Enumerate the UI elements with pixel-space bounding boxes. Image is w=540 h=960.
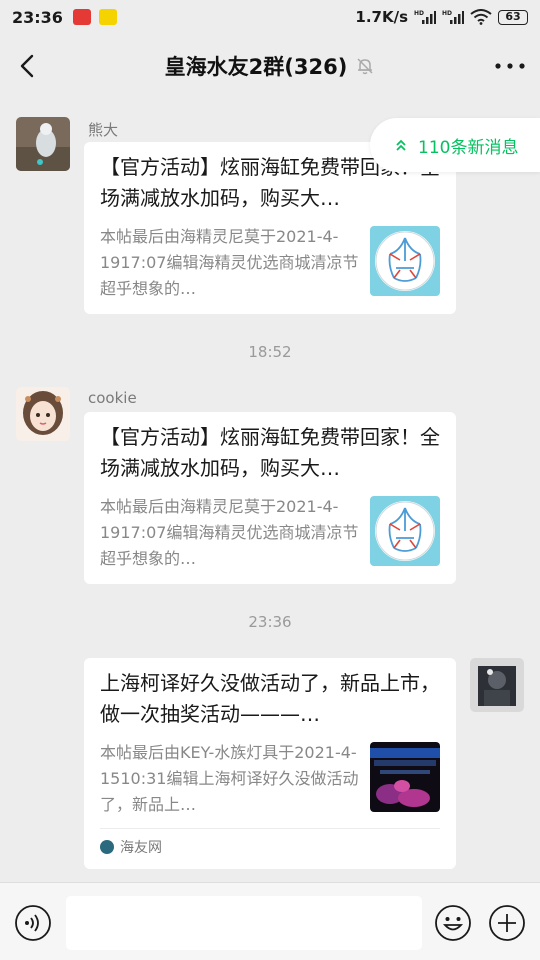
app-notification-icon [72,9,91,25]
card-thumbnail [370,226,440,296]
emoji-icon[interactable] [434,904,472,942]
input-bar [0,882,540,960]
chat-header: 皇海水友2群(326) [0,34,540,98]
timestamp: 18:52 [248,343,292,361]
battery-indicator: 63 [498,9,528,25]
card-thumbnail [370,742,440,812]
signal-icon: HD [414,10,436,24]
link-card[interactable]: 【官方活动】炫丽海缸免费带回家！全场满减放水加码，购买大… 本帖最后由海精灵尼莫… [84,412,456,584]
card-title: 【官方活动】炫丽海缸免费带回家！全场满减放水加码，购买大… [100,425,440,480]
plus-icon[interactable] [488,904,526,942]
status-time: 23:36 [12,7,63,27]
status-bar: 23:36 1.7K/s HD HD 63 [0,0,540,34]
card-description: 本帖最后由海精灵尼莫于2021-4-1917:07编辑海精灵优选商城清凉节超乎想… [100,497,359,568]
source-logo-icon [100,840,114,854]
avatar[interactable] [16,387,70,441]
card-description: 本帖最后由KEY-水族灯具于2021-4-1510:31编辑上海柯译好久没做活动… [100,743,359,814]
chat-title: 皇海水友2群(326) [164,55,348,79]
mute-bell-icon [357,58,373,75]
card-title: 上海柯译好久没做活动了，新品上市，做一次抽奖活动———… [100,671,440,726]
svg-text:HD: HD [442,10,452,17]
back-icon[interactable] [14,52,42,80]
more-icon[interactable] [490,52,530,80]
link-card[interactable]: 上海柯译好久没做活动了，新品上市，做一次抽奖活动———… 本帖最后由KEY-水族… [84,658,456,869]
double-chevron-up-icon [396,139,406,151]
signal-icon-2: HD [442,10,464,24]
message-input[interactable] [66,896,422,950]
new-messages-label: 110条新消息 [418,137,519,158]
message-list[interactable]: 熊大 【官方活动】炫丽海缸免费带回家！全场满减放水加码，购买大… 本帖最后由海精… [0,98,540,882]
source-name: 海友网 [120,840,162,856]
card-description: 本帖最后由海精灵尼莫于2021-4-1917:07编辑海精灵优选商城清凉节超乎想… [100,227,359,298]
timestamp: 23:36 [248,613,292,631]
wifi-icon [470,9,492,25]
avatar-self[interactable] [470,658,524,712]
voice-icon[interactable] [14,904,52,942]
sender-name: 熊大 [88,121,119,139]
new-messages-button[interactable]: 110条新消息 [370,118,540,172]
app-notification-icon-2 [98,9,117,25]
avatar[interactable] [16,117,70,171]
network-speed: 1.7K/s [355,8,408,26]
card-thumbnail [370,496,440,566]
svg-text:HD: HD [414,10,424,17]
card-source: 海友网 [100,828,440,857]
sender-name: cookie [88,389,137,407]
